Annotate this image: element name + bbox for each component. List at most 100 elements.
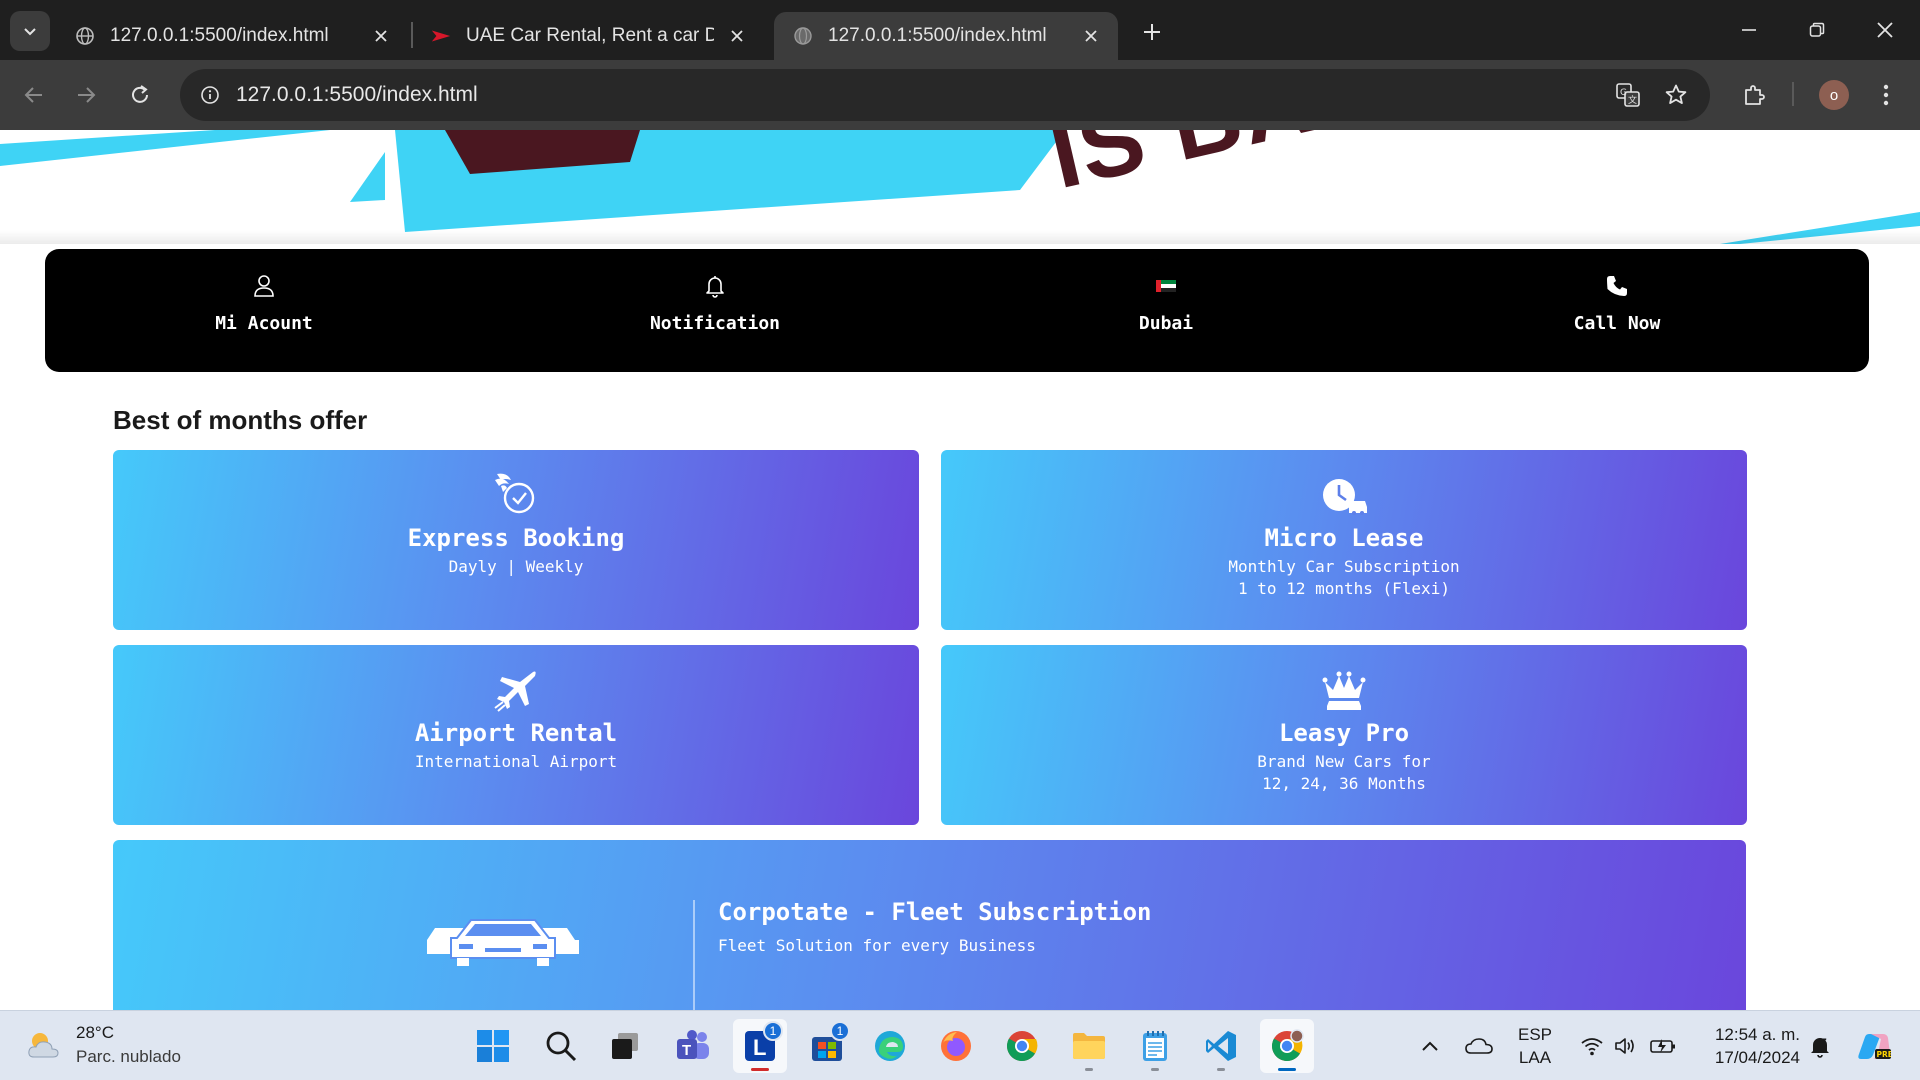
teams-icon: T — [677, 1030, 709, 1059]
svg-text:G: G — [1620, 88, 1627, 98]
restore-icon — [1809, 22, 1825, 37]
close-tab-icon[interactable] — [1078, 23, 1104, 49]
teams-app[interactable]: T — [666, 1019, 720, 1073]
edge-icon — [875, 1031, 905, 1061]
notifications-button[interactable]: z — [1804, 1011, 1836, 1080]
offer-card-subtitle: International Airport — [414, 752, 618, 771]
clock-time: 12:54 a. m. — [1714, 1025, 1800, 1044]
globe-icon — [74, 25, 96, 47]
forward-button[interactable] — [66, 75, 106, 115]
task-view-button[interactable] — [598, 1019, 652, 1073]
offer-card-fleet-subscription[interactable]: Corpotate - Fleet Subscription Fleet Sol… — [113, 840, 1746, 1010]
new-tab-button[interactable] — [1134, 14, 1170, 50]
windows-logo-icon — [477, 1030, 509, 1062]
chevron-down-icon — [24, 28, 36, 36]
arrow-left-icon — [24, 87, 42, 103]
tab-3-active[interactable]: 127.0.0.1:5500/index.html — [774, 12, 1118, 60]
hero-shapes — [0, 130, 1920, 244]
nav-my-account[interactable]: Mi Acount — [114, 271, 414, 351]
weather-widget[interactable]: 28°C Parc. nublado — [26, 1021, 181, 1069]
start-button[interactable] — [466, 1019, 520, 1073]
section-title: Best of months offer — [113, 405, 368, 435]
tab-1[interactable]: 127.0.0.1:5500/index.html — [56, 12, 408, 60]
globe-icon — [792, 25, 814, 47]
address-bar[interactable]: 127.0.0.1:5500/index.html G文 — [180, 69, 1710, 121]
tab-2[interactable]: UAE Car Rental, Rent a car Dubai — [412, 12, 764, 60]
url-text[interactable]: 127.0.0.1:5500/index.html — [236, 83, 478, 107]
notepad-icon — [1143, 1031, 1167, 1061]
kebab-menu-icon[interactable] — [1866, 75, 1906, 115]
browser-tab-bar: 127.0.0.1:5500/index.html UAE Car Rental… — [0, 0, 1920, 60]
tray-overflow-button[interactable] — [1414, 1011, 1446, 1080]
plus-icon — [1144, 24, 1160, 40]
nav-label: Notification — [649, 313, 781, 334]
clock[interactable]: 12:54 a. m. 17/04/2024 — [1690, 1011, 1800, 1080]
phone-icon — [1605, 271, 1629, 301]
battery-charging-icon — [1650, 1039, 1675, 1053]
reload-button[interactable] — [120, 75, 160, 115]
tab-title: 127.0.0.1:5500/index.html — [110, 25, 329, 46]
offer-card-leasy-pro[interactable]: Leasy Pro Brand New Cars for 12, 24, 36 … — [941, 645, 1747, 825]
edge-app[interactable] — [863, 1019, 917, 1073]
svg-text:z: z — [1822, 1036, 1827, 1045]
language-code: ESP — [1517, 1025, 1553, 1044]
notification-bell-snooze-icon: z — [1811, 1036, 1829, 1058]
chrome-icon — [1006, 1031, 1038, 1062]
copilot-icon: PRE — [1858, 1034, 1891, 1059]
svg-text:T: T — [682, 1042, 691, 1059]
nav-notification[interactable]: Notification — [565, 271, 865, 351]
search-icon — [546, 1031, 577, 1062]
extensions-icon[interactable] — [1734, 75, 1774, 115]
tab-search-button[interactable] — [10, 11, 50, 51]
app-indicator — [1151, 1068, 1159, 1071]
app-indicator — [751, 1068, 769, 1071]
close-tab-icon[interactable] — [368, 23, 394, 49]
fleet-subtitle: Fleet Solution for every Business — [718, 936, 1036, 955]
offer-card-title: Airport Rental — [414, 719, 618, 747]
offer-card-micro-lease[interactable]: Micro Lease Monthly Car Subscription 1 t… — [941, 450, 1747, 630]
nav-label: Call Now — [1573, 313, 1661, 334]
minimize-button[interactable] — [1714, 0, 1784, 60]
store-app[interactable]: 1 — [800, 1019, 854, 1073]
vscode-app[interactable] — [1194, 1019, 1248, 1073]
onedrive-button[interactable] — [1462, 1011, 1496, 1080]
l-app[interactable]: L 1 — [733, 1019, 787, 1073]
chrome-profile-icon — [1271, 1029, 1304, 1062]
bookmark-star-icon[interactable] — [1656, 75, 1696, 115]
nav-location-dubai[interactable]: Dubai — [1016, 271, 1316, 351]
translate-icon[interactable]: G文 — [1608, 75, 1648, 115]
offer-card-subtitle: Dayly | Weekly — [448, 557, 584, 576]
chrome-app[interactable] — [995, 1019, 1049, 1073]
uae-flag-icon — [1156, 271, 1176, 301]
back-button[interactable] — [14, 75, 54, 115]
partly-cloudy-icon — [28, 1033, 59, 1058]
nav-call-now[interactable]: Call Now — [1467, 271, 1767, 351]
offer-card-express-booking[interactable]: Express Booking Dayly | Weekly — [113, 450, 919, 630]
language-switcher[interactable]: ESP LAA — [1510, 1011, 1560, 1080]
page-viewport: IS BACK Mi Acount Notification Dubai — [0, 130, 1920, 1010]
offer-card-title: Micro Lease — [1264, 524, 1424, 552]
profile-avatar[interactable]: o — [1819, 80, 1849, 110]
copilot-button[interactable]: PRE — [1854, 1011, 1894, 1080]
chrome-profile-app[interactable] — [1260, 1019, 1314, 1073]
firefox-app[interactable] — [929, 1019, 983, 1073]
hero-shadow — [0, 230, 1920, 244]
volume-button[interactable] — [1612, 1011, 1640, 1080]
offer-card-airport-rental[interactable]: Airport Rental International Airport — [113, 645, 919, 825]
notepad-app[interactable] — [1128, 1019, 1182, 1073]
file-explorer-app[interactable] — [1062, 1019, 1116, 1073]
windows-taskbar: 28°C Parc. nublado T L 1 1 ESP LAA 12:54… — [0, 1010, 1920, 1080]
taskbar-search-button[interactable] — [534, 1019, 588, 1073]
offer-card-title: Express Booking — [407, 524, 625, 552]
site-info-icon[interactable] — [194, 79, 226, 111]
offer-card-subtitle-2: 1 to 12 months (Flexi) — [1238, 579, 1450, 598]
arrow-right-icon — [78, 87, 96, 103]
battery-button[interactable] — [1648, 1011, 1678, 1080]
restore-button[interactable] — [1782, 0, 1852, 60]
offer-card-title: Leasy Pro — [1278, 719, 1410, 747]
close-window-button[interactable] — [1850, 0, 1920, 60]
wifi-button[interactable] — [1578, 1011, 1606, 1080]
close-tab-icon[interactable] — [724, 23, 750, 49]
chevron-up-icon — [1422, 1041, 1438, 1051]
bell-icon — [705, 271, 725, 301]
